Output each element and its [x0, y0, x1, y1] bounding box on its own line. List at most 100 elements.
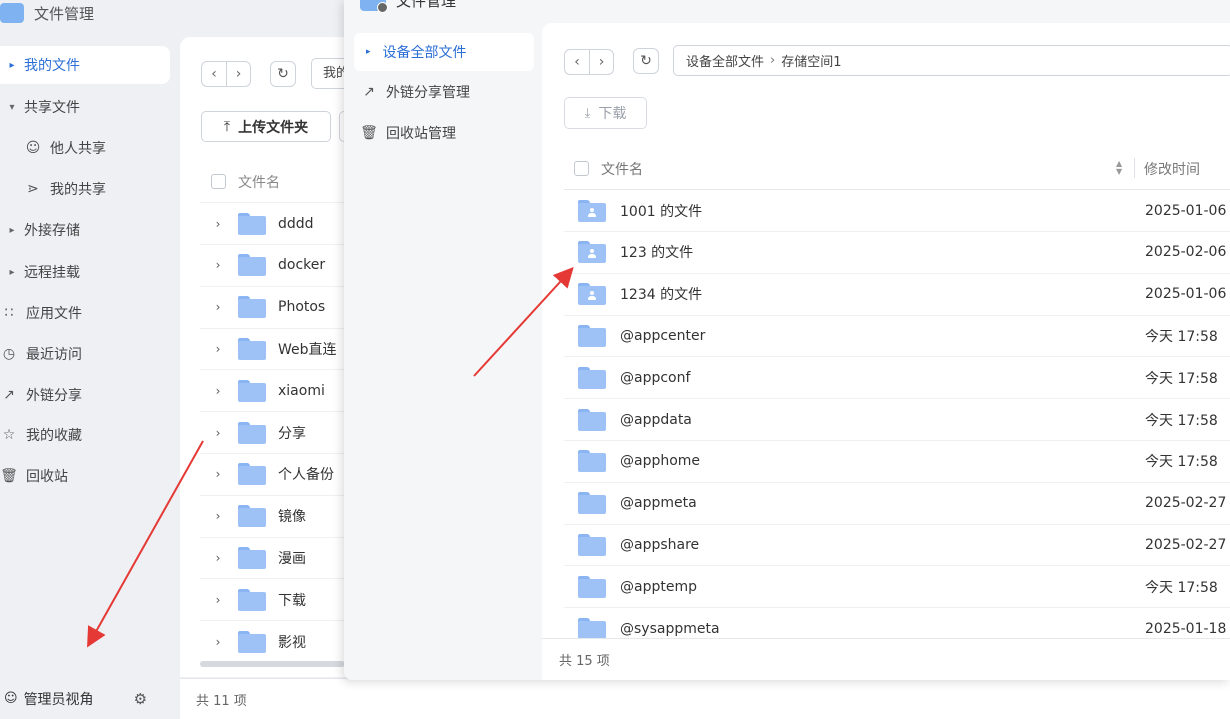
- users-icon: ☺: [25, 140, 41, 156]
- folder-icon: [238, 212, 266, 235]
- modified-time: 今天 17:58: [1145, 454, 1218, 471]
- modified-time: 今天 17:58: [1145, 412, 1218, 429]
- folder-icon: [238, 379, 266, 402]
- chevron-right-icon: ›: [770, 53, 776, 68]
- breadcrumb-current[interactable]: 存储空间1: [781, 51, 841, 70]
- table-row[interactable]: 1234 的文件 2025-01-06 1: [564, 274, 1230, 316]
- sidebar-item-app-files[interactable]: ∷ 应用文件: [0, 294, 170, 332]
- back-arrow-icon[interactable]: ‹: [565, 50, 589, 74]
- sidebar-item-others-shared[interactable]: ☺ 他人共享: [0, 129, 170, 167]
- sidebar-item-my-shares[interactable]: ⋗ 我的共享: [0, 170, 170, 208]
- sidebar-item-remote-mount[interactable]: ▸ 远程挂载: [0, 253, 170, 291]
- file-name: 漫画: [278, 550, 306, 567]
- horizontal-scrollbar[interactable]: [200, 661, 345, 667]
- share-icon: ⋗: [27, 181, 39, 197]
- folder-icon: [578, 366, 606, 389]
- chevron-right-icon[interactable]: ›: [208, 300, 228, 314]
- folder-icon: [578, 324, 606, 347]
- sidebar-item-link-share-manage[interactable]: ↗ 外链分享管理: [354, 73, 534, 111]
- table-row[interactable]: › 分享: [200, 412, 350, 454]
- chevron-right-icon[interactable]: ›: [208, 551, 228, 565]
- sidebar-item-link-share[interactable]: ↗ 外链分享: [0, 376, 170, 414]
- forward-arrow-icon[interactable]: ›: [589, 50, 613, 74]
- sidebar-item-my-files[interactable]: ▸ 我的文件: [0, 46, 170, 84]
- chevron-right-icon[interactable]: ›: [208, 635, 228, 649]
- back-table-header: 文件名: [200, 161, 350, 203]
- sidebar-item-external-storage[interactable]: ▸ 外接存储: [0, 211, 170, 249]
- folder-icon: [578, 450, 606, 473]
- table-row[interactable]: @appmeta 2025-02-27 2: [564, 483, 1230, 525]
- sidebar-item-favorites[interactable]: ☆ 我的收藏: [0, 416, 170, 454]
- file-name: Photos: [278, 299, 326, 316]
- folder-icon: [238, 630, 266, 653]
- file-name: 分享: [278, 425, 306, 442]
- forward-arrow-icon[interactable]: ›: [226, 62, 250, 86]
- download-button[interactable]: ⤓ 下载: [564, 97, 647, 129]
- trash-icon: 🗑: [0, 468, 18, 484]
- table-row[interactable]: @appdata 今天 17:58: [564, 399, 1230, 441]
- table-row[interactable]: › 下载: [200, 579, 350, 622]
- chevron-right-icon[interactable]: ›: [208, 467, 228, 481]
- table-row[interactable]: @appcenter 今天 17:58: [564, 315, 1230, 358]
- file-name: @sysappmeta: [620, 620, 720, 637]
- folder-icon: [238, 296, 266, 319]
- admin-view-bar[interactable]: ☺ 管理员视角 ⚙: [0, 678, 178, 719]
- back-footer: 共 11 项: [180, 678, 1230, 719]
- folder-icon: [238, 463, 266, 486]
- table-row[interactable]: › 漫画: [200, 537, 350, 580]
- chevron-right-icon[interactable]: ›: [208, 509, 228, 523]
- sidebar-item-trash[interactable]: 🗑 回收站: [0, 457, 170, 495]
- table-row[interactable]: 123 的文件 2025-02-06 2: [564, 232, 1230, 274]
- modified-time: 今天 17:58: [1145, 370, 1218, 387]
- column-header-name[interactable]: 文件名: [601, 159, 643, 179]
- column-divider[interactable]: [1134, 158, 1135, 178]
- select-all-checkbox[interactable]: [574, 161, 589, 176]
- front-nav-buttons: ‹ ›: [564, 49, 614, 75]
- settings-gear-icon[interactable]: ⚙: [134, 690, 147, 708]
- expand-arrow-icon: ▸: [9, 224, 15, 236]
- upload-folder-button[interactable]: ⤒ 上传文件夹: [201, 111, 331, 142]
- sidebar-item-all-device-files[interactable]: ▸ 设备全部文件: [354, 33, 534, 71]
- sidebar-item-recent[interactable]: ◷ 最近访问: [0, 335, 170, 373]
- back-arrow-icon[interactable]: ‹: [202, 62, 226, 86]
- folder-icon: [238, 505, 266, 528]
- expand-arrow-icon: ▸: [9, 266, 15, 278]
- sort-icon[interactable]: ▲ ▼: [1116, 160, 1122, 176]
- chevron-right-icon[interactable]: ›: [208, 593, 228, 607]
- sidebar-item-shared-files[interactable]: ▾ 共享文件: [0, 88, 170, 126]
- column-header-modified[interactable]: 修改时间: [1144, 159, 1200, 179]
- back-refresh-button[interactable]: ↻: [270, 61, 296, 87]
- chevron-right-icon[interactable]: ›: [208, 342, 228, 356]
- table-row[interactable]: › 个人备份: [200, 454, 350, 496]
- table-row[interactable]: › dddd: [200, 203, 350, 245]
- table-row[interactable]: › 镜像: [200, 496, 350, 538]
- folder-icon: [578, 492, 606, 515]
- chevron-right-icon[interactable]: ›: [208, 384, 228, 398]
- table-row[interactable]: › docker: [200, 245, 350, 287]
- breadcrumb[interactable]: 设备全部文件 › 存储空间1: [673, 45, 1230, 76]
- folder-icon: [238, 337, 266, 360]
- chevron-right-icon[interactable]: ›: [208, 426, 228, 440]
- clock-icon: ◷: [2, 346, 16, 362]
- modified-time: 2025-02-27 2: [1145, 495, 1230, 512]
- table-row[interactable]: @appshare 2025-02-27 2: [564, 524, 1230, 567]
- breadcrumb-root[interactable]: 设备全部文件: [686, 51, 764, 70]
- app-logo-icon: [360, 0, 388, 13]
- chevron-right-icon[interactable]: ›: [208, 217, 228, 231]
- select-all-checkbox[interactable]: [211, 174, 226, 189]
- table-row[interactable]: @appconf 今天 17:58: [564, 357, 1230, 400]
- table-row[interactable]: @apptemp 今天 17:58: [564, 566, 1230, 609]
- file-name: @appmeta: [620, 495, 697, 512]
- table-row[interactable]: @apphome 今天 17:58: [564, 441, 1230, 483]
- table-row[interactable]: › 影视: [200, 621, 350, 663]
- table-row[interactable]: › xiaomi: [200, 370, 350, 413]
- file-name: @apptemp: [620, 578, 697, 595]
- table-row[interactable]: 1001 的文件 2025-01-06 1: [564, 190, 1230, 232]
- table-row[interactable]: › Photos: [200, 287, 350, 329]
- file-name: @apphome: [620, 453, 701, 470]
- sidebar-item-trash-manage[interactable]: 🗑 回收站管理: [354, 114, 534, 152]
- table-row[interactable]: › Web直连: [200, 328, 350, 371]
- chevron-right-icon[interactable]: ›: [208, 258, 228, 272]
- folder-icon: [238, 254, 266, 277]
- front-refresh-button[interactable]: ↻: [633, 48, 659, 74]
